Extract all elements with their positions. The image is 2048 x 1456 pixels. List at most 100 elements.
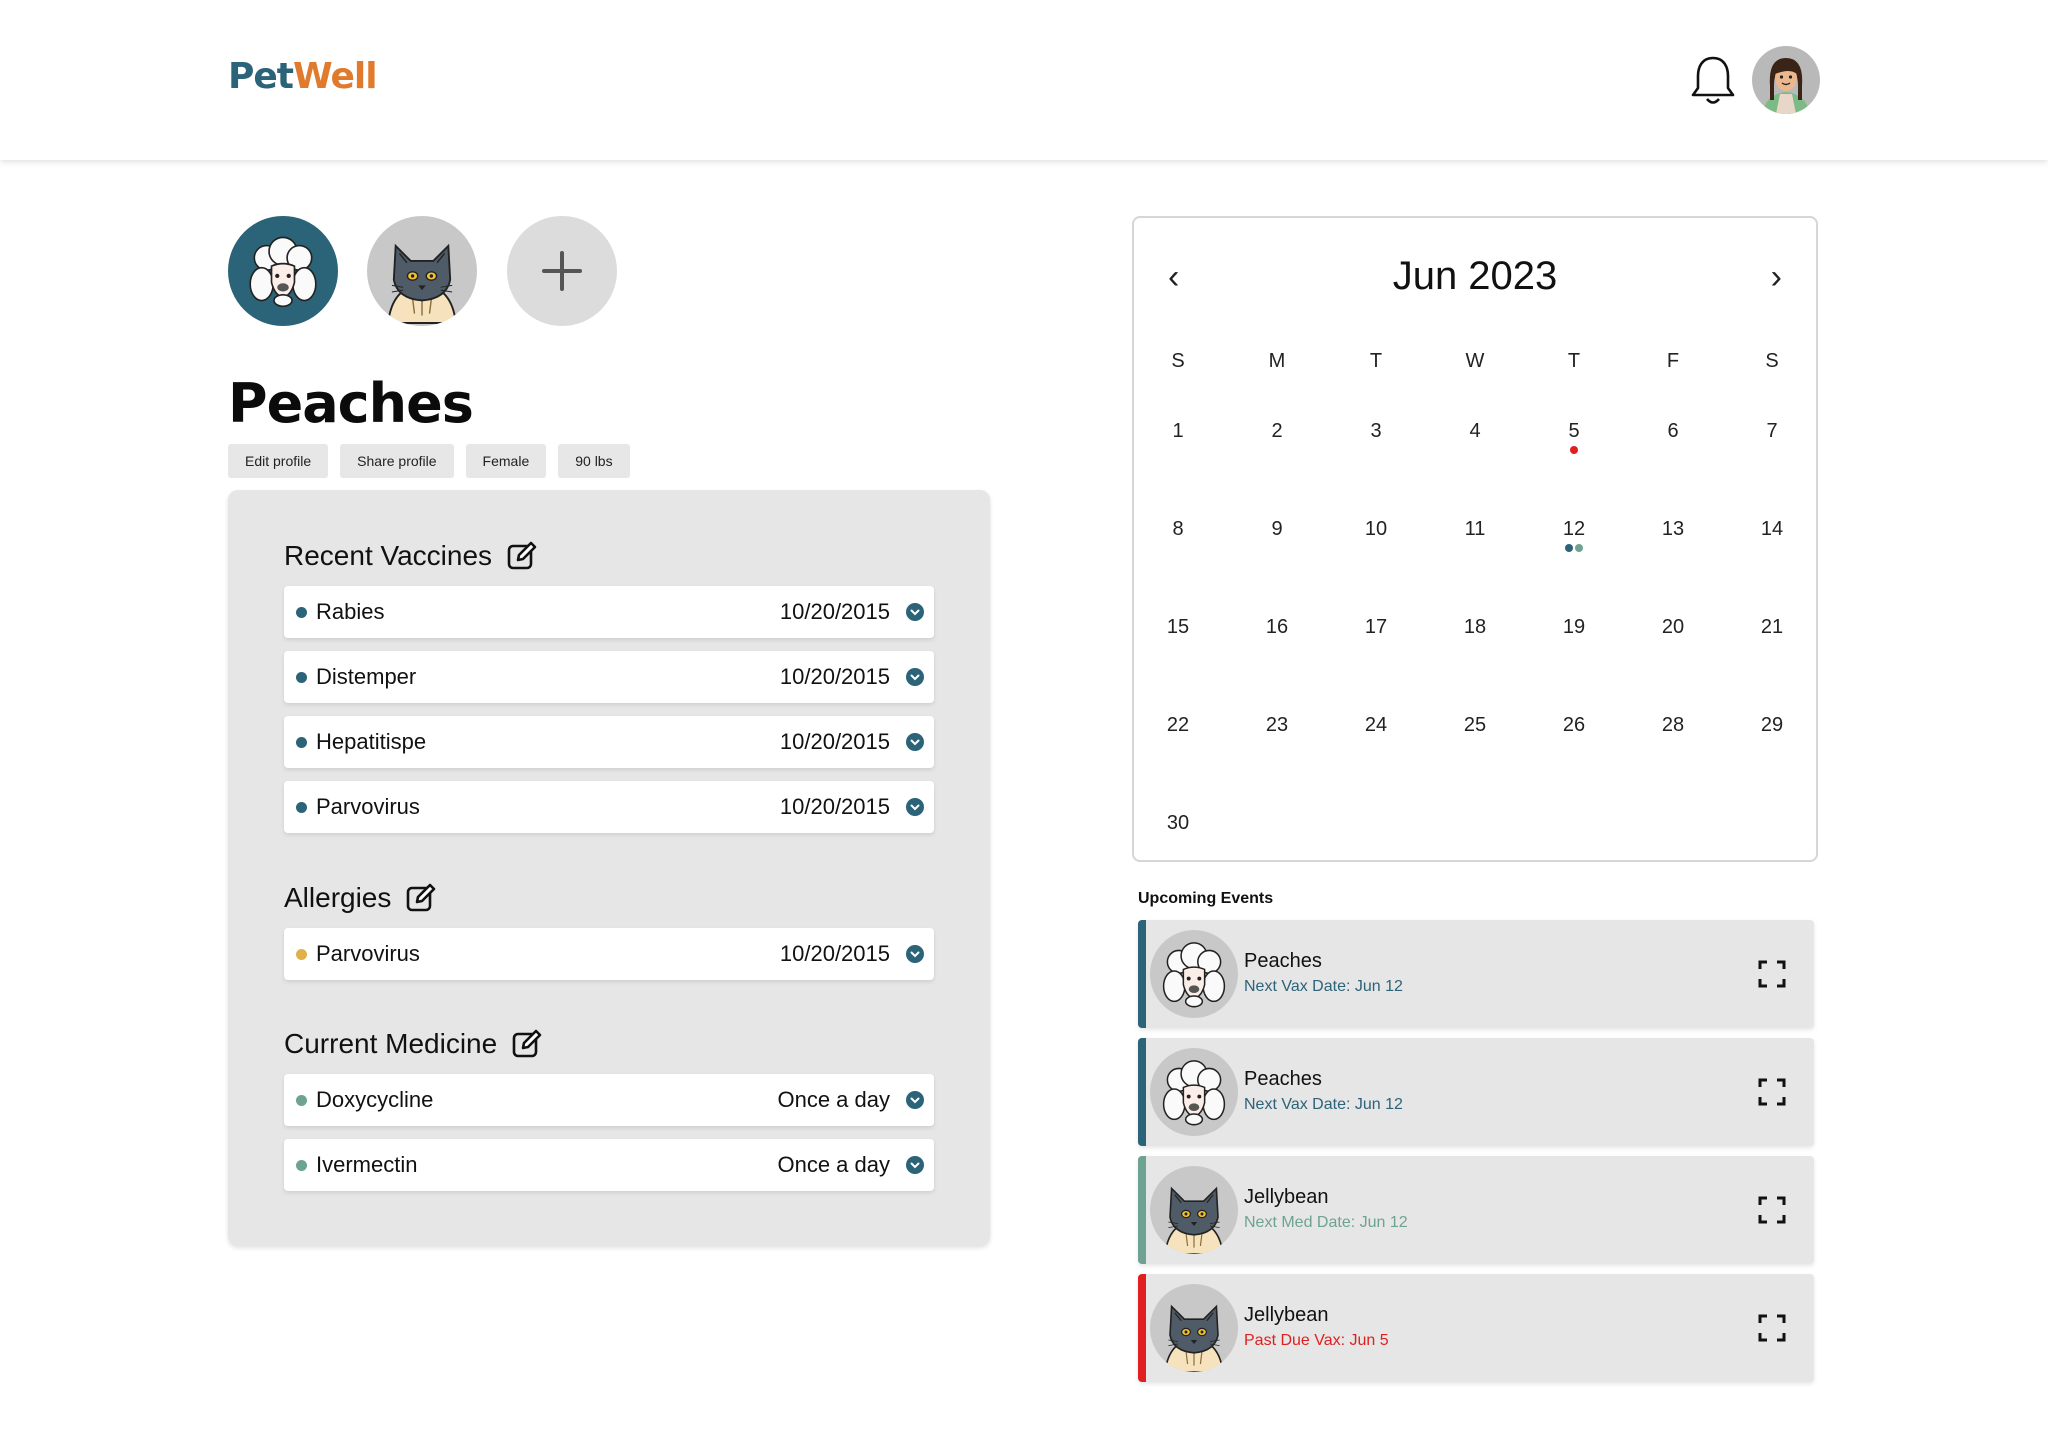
calendar-day[interactable]: 5 — [1544, 420, 1604, 443]
edit-profile-button[interactable]: Edit profile — [228, 444, 329, 478]
edit-icon[interactable] — [506, 540, 538, 572]
expand-icon[interactable] — [1758, 1314, 1786, 1342]
weekday-label: F — [1666, 350, 1680, 372]
calendar-day[interactable]: 9 — [1247, 518, 1307, 541]
calendar-day[interactable]: 1 — [1148, 420, 1208, 443]
calendar-day[interactable]: 20 — [1643, 616, 1703, 639]
calendar-day[interactable]: 15 — [1148, 616, 1208, 639]
pet-avatar-jellybean[interactable] — [367, 216, 477, 326]
vaccine-row[interactable]: Hepatitispe 10/20/2015 — [284, 716, 934, 768]
poodle-icon — [1162, 942, 1226, 1008]
chevron-down-icon[interactable] — [906, 798, 924, 816]
calendar-day[interactable]: 22 — [1148, 714, 1208, 737]
event-pet-thumb — [1150, 1048, 1238, 1136]
event-card[interactable]: Peaches Next Vax Date: Jun 12 — [1138, 920, 1814, 1028]
calendar-month-title: Jun 2023 — [1392, 254, 1558, 298]
share-profile-button[interactable]: Share profile — [340, 444, 454, 478]
vaccine-date: 10/20/2015 — [779, 729, 890, 754]
event-card[interactable]: Jellybean Past Due Vax: Jun 5 — [1138, 1274, 1814, 1382]
petwell-logo[interactable]: PetWell — [228, 56, 378, 97]
calendar-day[interactable]: 19 — [1544, 616, 1604, 639]
expand-icon[interactable] — [1758, 1078, 1786, 1106]
event-card[interactable]: Jellybean Next Med Date: Jun 12 — [1138, 1156, 1814, 1264]
calendar-day[interactable]: 8 — [1148, 518, 1208, 541]
calendar-day[interactable]: 4 — [1445, 420, 1505, 443]
calendar-day[interactable]: 28 — [1643, 714, 1703, 737]
chevron-down-icon[interactable] — [906, 1091, 924, 1109]
calendar-day[interactable]: 18 — [1445, 616, 1505, 639]
weekday-label: W — [1465, 350, 1485, 372]
vaccine-row[interactable]: Rabies 10/20/2015 — [284, 586, 934, 638]
medicine-row[interactable]: Ivermectin Once a day — [284, 1139, 934, 1191]
chevron-down-icon[interactable] — [906, 945, 924, 963]
vaccine-date: 10/20/2015 — [779, 599, 890, 624]
vaccines-title-text: Recent Vaccines — [284, 540, 493, 571]
top-header: PetWell — [0, 0, 2048, 160]
chevron-down-icon[interactable] — [906, 1156, 924, 1174]
calendar-day[interactable]: 12 — [1544, 518, 1604, 541]
med-event-dot — [1575, 544, 1583, 552]
calendar-day[interactable]: 3 — [1346, 420, 1406, 443]
status-dot — [296, 949, 307, 960]
past-due-event-dot — [1570, 446, 1578, 454]
event-type-bar — [1138, 920, 1146, 1028]
allergy-row[interactable]: Parvovirus 10/20/2015 — [284, 928, 934, 980]
medicine-name: Ivermectin — [316, 1152, 418, 1177]
vaccine-row[interactable]: Parvovirus 10/20/2015 — [284, 781, 934, 833]
medicine-section-title: Current Medicine — [284, 1028, 543, 1060]
event-card[interactable]: Peaches Next Vax Date: Jun 12 — [1138, 1038, 1814, 1146]
calendar-day[interactable]: 21 — [1742, 616, 1802, 639]
chevron-down-icon[interactable] — [906, 603, 924, 621]
event-type-bar — [1138, 1274, 1146, 1382]
pet-avatar-peaches[interactable] — [228, 216, 338, 326]
calendar-day[interactable]: 7 — [1742, 420, 1802, 443]
allergies-section-title: Allergies — [284, 882, 437, 914]
calendar-day[interactable]: 29 — [1742, 714, 1802, 737]
event-pet-name: Jellybean — [1244, 1304, 1329, 1326]
medicine-frequency: Once a day — [777, 1152, 890, 1177]
edit-icon[interactable] — [405, 882, 437, 914]
calendar-day[interactable]: 6 — [1643, 420, 1703, 443]
vaccine-row[interactable]: Distemper 10/20/2015 — [284, 651, 934, 703]
event-pet-name: Jellybean — [1244, 1186, 1329, 1208]
calendar-day[interactable]: 25 — [1445, 714, 1505, 737]
event-pet-thumb — [1150, 1166, 1238, 1254]
vaccine-date: 10/20/2015 — [779, 794, 890, 819]
weekday-label: T — [1567, 350, 1581, 372]
status-dot — [296, 672, 307, 683]
chevron-down-icon[interactable] — [906, 733, 924, 751]
calendar-day[interactable]: 10 — [1346, 518, 1406, 541]
medicine-row[interactable]: Doxycycline Once a day — [284, 1074, 934, 1126]
calendar-day[interactable]: 23 — [1247, 714, 1307, 737]
poodle-icon — [249, 236, 317, 308]
calendar-day[interactable]: 13 — [1643, 518, 1703, 541]
calendar-day[interactable]: 2 — [1247, 420, 1307, 443]
chevron-down-icon[interactable] — [906, 668, 924, 686]
event-pet-thumb — [1150, 1284, 1238, 1372]
user-avatar[interactable] — [1752, 46, 1820, 114]
vaccine-name: Rabies — [316, 599, 385, 624]
allergy-date: 10/20/2015 — [779, 941, 890, 966]
event-pet-name: Peaches — [1244, 950, 1322, 972]
calendar-day[interactable]: 24 — [1346, 714, 1406, 737]
bell-icon[interactable] — [1690, 54, 1736, 106]
event-type-bar — [1138, 1038, 1146, 1146]
calendar-day[interactable]: 11 — [1445, 518, 1505, 541]
calendar-day[interactable]: 16 — [1247, 616, 1307, 639]
calendar-day[interactable]: 17 — [1346, 616, 1406, 639]
event-detail: Next Vax Date: Jun 12 — [1244, 978, 1403, 995]
calendar-widget: ‹ › Jun 2023 S M T W T F S 1 2 3 4 5 6 7… — [1132, 216, 1818, 862]
calendar-day[interactable]: 30 — [1148, 812, 1208, 835]
expand-icon[interactable] — [1758, 1196, 1786, 1224]
vax-event-dot — [1565, 544, 1573, 552]
expand-icon[interactable] — [1758, 960, 1786, 988]
event-pet-thumb — [1150, 930, 1238, 1018]
calendar-day[interactable]: 26 — [1544, 714, 1604, 737]
profile-chips: Edit profile Share profile Female 90 lbs — [228, 444, 630, 478]
calendar-day[interactable]: 14 — [1742, 518, 1802, 541]
sex-badge: Female — [465, 444, 547, 478]
edit-icon[interactable] — [511, 1028, 543, 1060]
logo-part-pet: Pet — [228, 56, 294, 97]
add-pet-button[interactable] — [507, 216, 617, 326]
allergies-title-text: Allergies — [284, 882, 392, 913]
